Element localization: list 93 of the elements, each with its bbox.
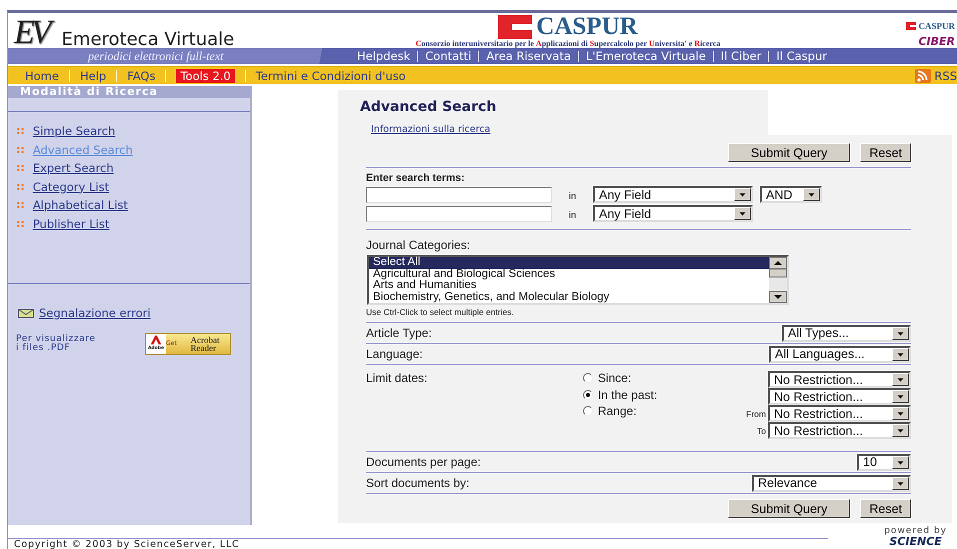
dropdown[interactable]: Any Field [593,205,753,222]
partner-name: CASPUR [536,15,638,39]
reset-button[interactable]: Reset [860,143,911,162]
dropdown[interactable]: All Types... [782,324,911,342]
sidebar-title: Modalità di Ricerca [8,86,251,98]
menu-link[interactable]: FAQs [127,68,156,82]
radio-label: Range: [598,404,637,418]
bullet: :: [16,161,25,176]
envelope-icon [18,308,34,318]
rss-link[interactable]: RSS [934,68,957,82]
field-label: Documents per page: [366,455,481,469]
report-link[interactable]: Segnalazione errori [39,306,151,320]
dropdown[interactable]: AND [760,186,822,203]
in-label: in [568,210,578,221]
pdf-note: Per visualizzare i files .PDF [16,334,97,352]
search-input[interactable] [366,206,552,222]
dropdown[interactable]: Relevance [752,474,911,492]
list-option[interactable]: Biochemistry, Genetics, and Molecular Biology [369,292,769,303]
site-title: Emeroteca Virtuale [62,29,234,50]
dropdown[interactable]: All Languages... [769,346,911,362]
dropdown[interactable]: 10 [857,454,911,470]
dropdown[interactable]: Any Field [593,186,753,203]
partner-logo[interactable]: CIBER [918,35,955,48]
caret-icon [892,326,909,340]
range-label: To [756,426,766,436]
list-option[interactable]: Select All [369,257,769,268]
caret-icon [892,390,909,403]
field-label: Article Type: [366,326,432,340]
range-label: From [746,408,766,418]
nav-link[interactable]: Contatti [425,48,472,64]
radio-button[interactable] [582,406,593,416]
caret-icon [892,476,909,490]
info-link[interactable]: Informazioni sulla ricerca [371,124,768,135]
field-label: Enter search terms: [366,172,466,184]
category-listbox[interactable]: Select All Agricultural and Biological Sciences Arts and Humanities Biochemistry, Genetics, and Molecular Biology [367,255,789,305]
caret-icon [892,456,909,468]
sidebar-link[interactable]: Simple Search [32,124,116,138]
submit-button[interactable]: Submit Query [728,143,850,162]
search-input[interactable] [366,186,552,202]
radio-label: Since: [598,371,632,386]
radio-label: In the past: [598,388,658,402]
in-label: in [568,191,578,202]
partner-tagline: Consorzio interuniversitario per le Applicazioni di Supercalcolo per Universita' e Ricerca [416,39,720,48]
hint-text: Use Ctrl-Click to select multiple entries. [366,307,515,317]
scrollbar[interactable] [769,257,787,303]
page-title: Advanced Search [360,99,498,115]
menu-link[interactable]: Termini e Condizioni d'uso [256,68,406,82]
sidebar-link[interactable]: Expert Search [32,161,114,176]
dropdown[interactable]: No Restriction... [768,405,911,422]
caret-icon [892,348,909,360]
menu-link[interactable]: Help [80,68,106,82]
bullet: :: [16,142,25,157]
radio-button[interactable] [582,390,593,400]
adobe-icon [149,334,163,346]
caret-icon [892,407,909,420]
menu-link[interactable]: Home [25,68,59,82]
nav-link[interactable]: Il Caspur [776,48,827,64]
logo-icon [498,15,532,39]
nav-link[interactable]: L'Emeroteca Virtuale [586,48,706,64]
sidebar-link[interactable]: Category List [32,180,110,194]
badge-product: Acrobat Reader [190,336,220,352]
powered-by-logo: powered by SCIENCE [884,526,948,548]
nav-link[interactable]: Helpdesk [357,48,410,64]
bullet: :: [16,198,25,212]
reset-button[interactable]: Reset [860,499,911,518]
caret-icon [892,424,909,437]
nav-link[interactable]: Area Riservata [486,48,571,64]
field-label: Language: [366,347,423,361]
list-option[interactable]: Arts and Humanities [369,280,769,292]
dropdown[interactable]: No Restriction... [768,388,911,405]
logo-icon [906,22,916,30]
caret-icon [734,207,751,220]
field-label: Limit dates: [366,371,428,387]
rss-icon[interactable] [915,68,932,82]
bullet: :: [16,124,25,138]
sidebar-link[interactable]: Publisher List [32,216,110,231]
caret-icon [892,373,909,386]
field-label: Sort documents by: [366,476,470,490]
submit-button[interactable]: Submit Query [728,499,850,518]
radio-button[interactable] [582,373,593,384]
list-option[interactable]: Agricultural and Biological Sciences [369,268,769,280]
sidebar-link[interactable]: Alphabetical List [32,198,128,212]
caret-icon [803,188,820,201]
bullet: :: [16,180,25,194]
dropdown[interactable]: No Restriction... [768,371,911,388]
nav-link[interactable]: Il Ciber [720,48,762,64]
bullet: :: [16,216,25,231]
dropdown[interactable]: No Restriction... [768,422,911,439]
field-label: Journal Categories: [366,238,472,252]
menu-link[interactable]: Tools 2.0 [176,68,235,82]
caret-icon [734,188,751,201]
copyright: Copyright © 2003 by ScienceServer, LLC [8,538,828,549]
partner-logo[interactable]: CASPUR [918,21,955,31]
